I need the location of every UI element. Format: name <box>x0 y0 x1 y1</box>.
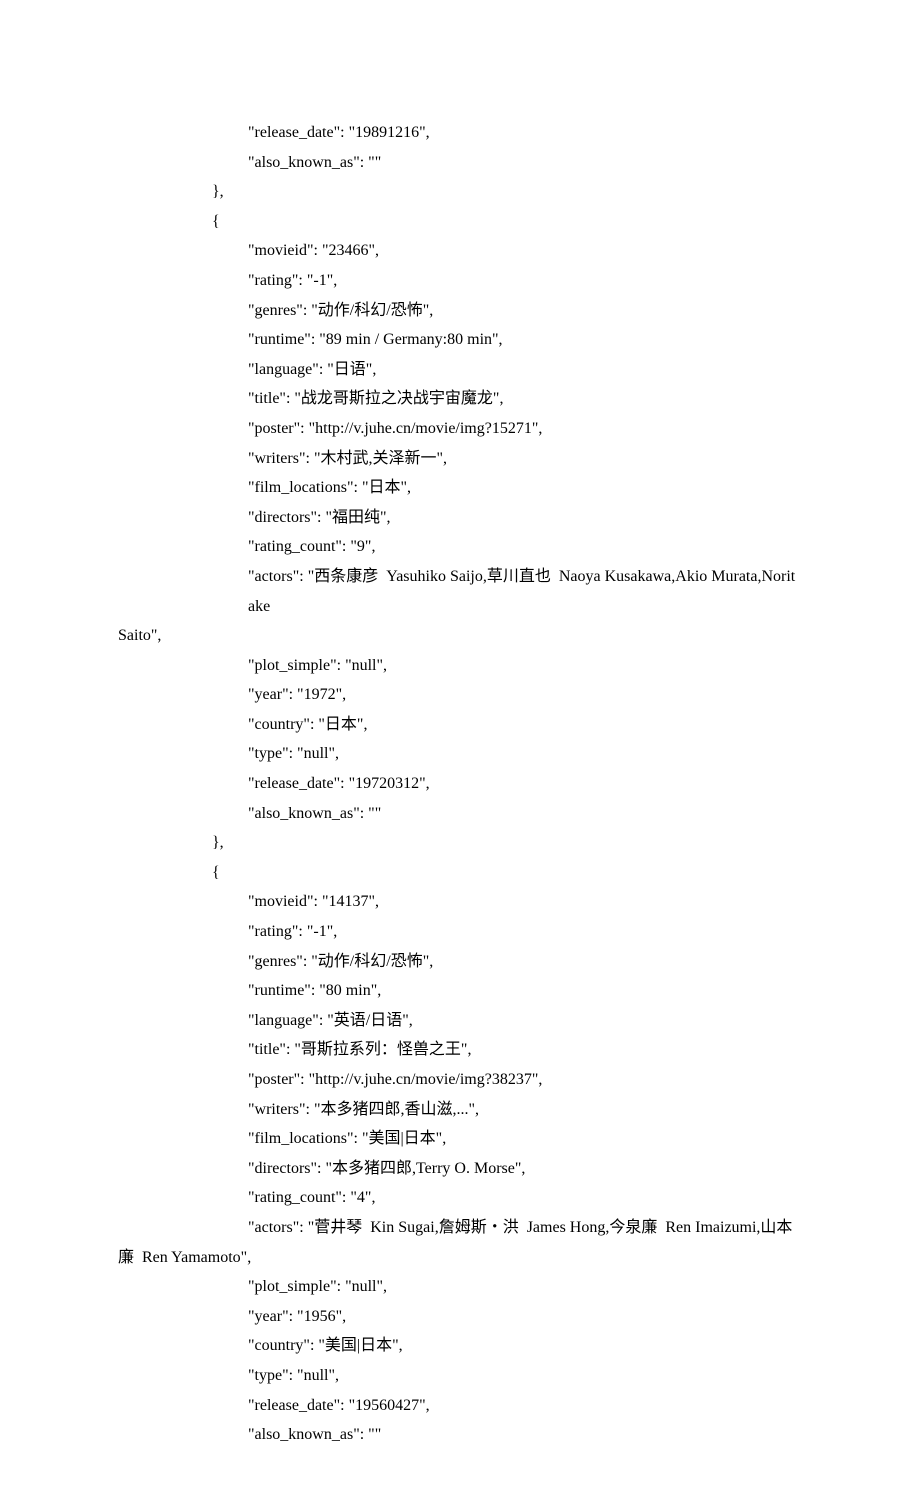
code-line: "release_date": "19720312", <box>118 769 802 799</box>
code-line: "actors": "西条康彦 Yasuhiko Saijo,草川直也 Naoy… <box>118 562 802 621</box>
code-line: "plot_simple": "null", <box>118 1272 802 1302</box>
code-line: "rating": "-1", <box>118 266 802 296</box>
code-line: Saito", <box>118 621 802 651</box>
code-line: "film_locations": "日本", <box>118 473 802 503</box>
code-line: 廉 Ren Yamamoto", <box>118 1243 802 1273</box>
code-line: "rating_count": "9", <box>118 532 802 562</box>
code-line: "release_date": "19560427", <box>118 1391 802 1421</box>
code-line: "type": "null", <box>118 1361 802 1391</box>
document-page: "release_date": "19891216","also_known_a… <box>0 0 920 1510</box>
code-line: "poster": "http://v.juhe.cn/movie/img?38… <box>118 1065 802 1095</box>
code-line: { <box>118 858 802 888</box>
code-line: "language": "日语", <box>118 355 802 385</box>
code-line: "title": "哥斯拉系列：怪兽之王", <box>118 1035 802 1065</box>
code-line: "genres": "动作/科幻/恐怖", <box>118 947 802 977</box>
code-line: "language": "英语/日语", <box>118 1006 802 1036</box>
code-line: "directors": "福田纯", <box>118 503 802 533</box>
code-line: "release_date": "19891216", <box>118 118 802 148</box>
code-line: "writers": "本多猪四郎,香山滋,...", <box>118 1095 802 1125</box>
code-line: "country": "日本", <box>118 710 802 740</box>
code-line: "also_known_as": "" <box>118 799 802 829</box>
code-line: "country": "美国|日本", <box>118 1331 802 1361</box>
code-line: "plot_simple": "null", <box>118 651 802 681</box>
code-line: "year": "1956", <box>118 1302 802 1332</box>
code-line: "rating": "-1", <box>118 917 802 947</box>
code-line: "movieid": "14137", <box>118 887 802 917</box>
code-line: "year": "1972", <box>118 680 802 710</box>
code-line: }, <box>118 177 802 207</box>
code-line: }, <box>118 828 802 858</box>
code-line: "rating_count": "4", <box>118 1183 802 1213</box>
code-line: "runtime": "80 min", <box>118 976 802 1006</box>
code-line: "film_locations": "美国|日本", <box>118 1124 802 1154</box>
code-line: "runtime": "89 min / Germany:80 min", <box>118 325 802 355</box>
code-line: "also_known_as": "" <box>118 1420 802 1450</box>
code-line: "poster": "http://v.juhe.cn/movie/img?15… <box>118 414 802 444</box>
code-line: "genres": "动作/科幻/恐怖", <box>118 296 802 326</box>
code-line: "directors": "本多猪四郎,Terry O. Morse", <box>118 1154 802 1184</box>
code-line: { <box>118 207 802 237</box>
code-line: "writers": "木村武,关泽新一", <box>118 444 802 474</box>
code-line: "movieid": "23466", <box>118 236 802 266</box>
code-line: "type": "null", <box>118 739 802 769</box>
code-line: "actors": "菅井琴 Kin Sugai,詹姆斯・洪 James Hon… <box>118 1213 802 1243</box>
code-line: "title": "战龙哥斯拉之决战宇宙魔龙", <box>118 384 802 414</box>
code-line: "also_known_as": "" <box>118 148 802 178</box>
